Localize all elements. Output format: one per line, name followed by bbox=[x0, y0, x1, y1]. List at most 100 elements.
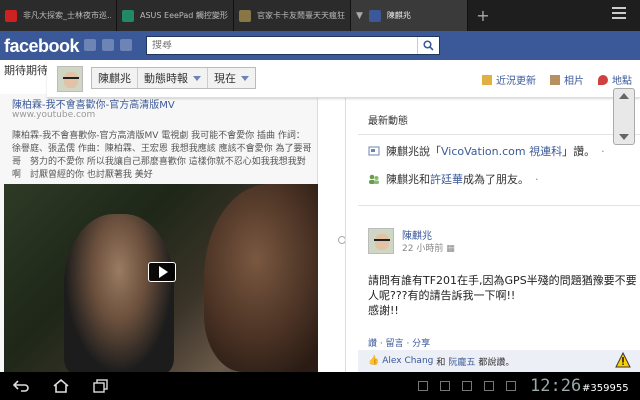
browser-tab-3[interactable]: 官家卡卡友鬧臺天天瘋狂... bbox=[234, 0, 351, 31]
activity-item-like: 陳麒兆說「VicoVation.com 視連科」讚。 · bbox=[368, 143, 605, 159]
tab-title: ASUS EeePad 觸控變形... bbox=[140, 11, 228, 20]
post-actions[interactable]: 讚 · 留言 · 分享 bbox=[368, 336, 430, 349]
vicovation-link[interactable]: VicoVation.com 視連科 bbox=[441, 145, 562, 158]
tab-title: 非凡大探索_士林夜市巡... bbox=[23, 11, 111, 20]
video-person-right bbox=[204, 184, 318, 372]
shared-link-description: 陳柏霖-我不會喜歡你-官方高清版MV 電視劇 我可能不會愛你 插曲 作詞：徐譽庭… bbox=[12, 131, 312, 180]
divider bbox=[358, 134, 640, 135]
download-icon bbox=[440, 381, 450, 391]
post-author-name[interactable]: 陳麒兆 bbox=[402, 227, 432, 242]
avatar[interactable] bbox=[57, 66, 83, 92]
composer-links: 近況更新 相片 地點 bbox=[482, 72, 632, 87]
photos-link[interactable]: 相片 bbox=[550, 72, 584, 87]
link-label: 地點 bbox=[612, 76, 632, 87]
likes-text: 和 bbox=[436, 357, 446, 368]
thumbs-up-icon: 👍 bbox=[368, 356, 380, 366]
play-icon bbox=[158, 266, 168, 278]
post-text-line: 人呢???有的請告訴我一下啊!! bbox=[368, 289, 516, 302]
back-icon[interactable] bbox=[12, 378, 30, 394]
search-icon bbox=[423, 40, 434, 51]
post-preview-text: 期待期待 bbox=[4, 64, 48, 77]
photo-icon bbox=[550, 75, 560, 85]
checkbox-icon bbox=[484, 381, 494, 391]
site-favicon-icon bbox=[239, 9, 251, 22]
browser-tab-active[interactable]: ▼ 陳麒兆 bbox=[351, 0, 468, 31]
video-person-left bbox=[64, 214, 174, 372]
warning-icon[interactable] bbox=[615, 352, 631, 368]
shared-link-url: www.youtube.com bbox=[12, 110, 96, 120]
profile-name-button[interactable]: 陳麒兆 bbox=[92, 68, 138, 88]
scrollbar[interactable] bbox=[613, 88, 635, 145]
friend-name-link[interactable]: 許廷華 bbox=[430, 173, 463, 186]
search-box bbox=[146, 36, 440, 55]
facebook-top-bar: facebook bbox=[0, 31, 640, 60]
browser-tab-2[interactable]: ASUS EeePad 觸控變形... bbox=[117, 0, 234, 31]
notifications-globe-icon[interactable] bbox=[120, 39, 132, 51]
messages-icon[interactable] bbox=[102, 39, 114, 51]
browser-menu-icon[interactable] bbox=[612, 7, 626, 21]
download-icon bbox=[506, 381, 516, 391]
post-timestamp[interactable]: 22 小時前 ▦ bbox=[402, 241, 455, 254]
timeline-header: 陳麒兆 動態時報 現在 近況更新 相片 地點 bbox=[47, 60, 640, 98]
recent-activity-heading: 最新動態 bbox=[368, 116, 408, 127]
activity-dot: · bbox=[535, 172, 539, 186]
timeline-dropdown-button[interactable]: 動態時報 bbox=[138, 68, 208, 88]
audience-globe-icon: ▦ bbox=[446, 244, 455, 254]
notification-icons bbox=[84, 39, 132, 51]
search-button[interactable] bbox=[417, 37, 439, 54]
map-pin-icon bbox=[598, 75, 608, 85]
scroll-down-icon[interactable] bbox=[619, 134, 629, 140]
chevron-down-icon[interactable]: ▼ bbox=[356, 11, 363, 21]
left-timeline-column: 陳柏霖-我不會喜歡你-官方高清版MV www.youtube.com 陳柏霖-我… bbox=[0, 94, 318, 372]
timeline-nav-buttons: 陳麒兆 動態時報 現在 bbox=[91, 67, 256, 89]
home-icon[interactable] bbox=[52, 378, 70, 394]
headset-icon bbox=[418, 381, 428, 391]
chevron-down-icon bbox=[241, 75, 249, 81]
timestamp-text: 22 小時前 bbox=[402, 244, 444, 254]
status-update-link[interactable]: 近況更新 bbox=[482, 72, 536, 87]
friend-requests-icon[interactable] bbox=[84, 39, 96, 51]
button-label: 現在 bbox=[214, 72, 236, 85]
post-text-line: 感謝!! bbox=[368, 304, 399, 317]
system-navigation-bar: 12:26 bbox=[0, 372, 640, 400]
search-input[interactable] bbox=[152, 40, 412, 51]
right-timeline-column: 最新動態 陳麒兆說「VicoVation.com 視連科」讚。 · 陳麒兆和許廷… bbox=[345, 94, 640, 372]
recent-apps-icon[interactable] bbox=[92, 378, 110, 394]
system-clock[interactable]: 12:26 bbox=[530, 376, 581, 396]
now-dropdown-button[interactable]: 現在 bbox=[208, 68, 255, 88]
activity-dot: · bbox=[601, 144, 605, 158]
likes-text: 都說讚。 bbox=[478, 357, 515, 368]
notification-tray[interactable] bbox=[418, 381, 516, 391]
video-thumbnail[interactable] bbox=[4, 184, 318, 372]
activity-text: 成為了朋友。 bbox=[463, 173, 529, 186]
page-content: 期待期待 陳柏霖-我不會喜歡你-官方高清版MV www.youtube.com … bbox=[0, 60, 640, 372]
post-body: 請問有誰有TF201在手,因為GPS半殘的問題猶豫要不要 人呢???有的請告訴我… bbox=[368, 273, 640, 318]
divider bbox=[358, 205, 640, 206]
avatar[interactable] bbox=[368, 228, 394, 254]
likes-bar: 👍 Alex Chang 和 阮龐五 都說讚。 bbox=[358, 350, 640, 372]
youtube-favicon-icon bbox=[5, 9, 17, 22]
chevron-down-icon bbox=[193, 75, 201, 81]
link-label: 相片 bbox=[564, 76, 584, 87]
button-label: 動態時報 bbox=[144, 72, 188, 85]
tab-title: 陳麒兆 bbox=[386, 11, 411, 20]
pencil-icon bbox=[482, 75, 492, 85]
site-favicon-icon bbox=[122, 9, 134, 22]
like-page-icon bbox=[368, 146, 380, 156]
browser-tab-1[interactable]: 非凡大探索_士林夜市巡... bbox=[0, 0, 117, 31]
liker-name[interactable]: Alex Chang bbox=[382, 356, 433, 366]
play-button[interactable] bbox=[148, 262, 176, 282]
places-link[interactable]: 地點 bbox=[598, 72, 632, 87]
tab-title: 官家卡卡友鬧臺天天瘋狂... bbox=[257, 11, 345, 20]
liker-name[interactable]: 阮龐五 bbox=[448, 355, 475, 368]
facebook-logo[interactable]: facebook bbox=[4, 36, 80, 57]
browser-tab-bar: 非凡大探索_士林夜市巡... ASUS EeePad 觸控變形... 官家卡卡友… bbox=[0, 0, 640, 31]
checkbox-icon bbox=[462, 381, 472, 391]
facebook-favicon-icon bbox=[368, 9, 381, 22]
shared-link-title[interactable]: 陳柏霖-我不會喜歡你-官方高清版MV bbox=[12, 96, 175, 111]
button-label: 陳麒兆 bbox=[98, 72, 131, 85]
activity-text: 」讚。 bbox=[562, 145, 596, 158]
new-tab-button[interactable]: + bbox=[468, 0, 498, 31]
activity-item-friend: 陳麒兆和許廷華成為了朋友。 · bbox=[368, 171, 539, 187]
scroll-up-icon[interactable] bbox=[619, 93, 629, 99]
